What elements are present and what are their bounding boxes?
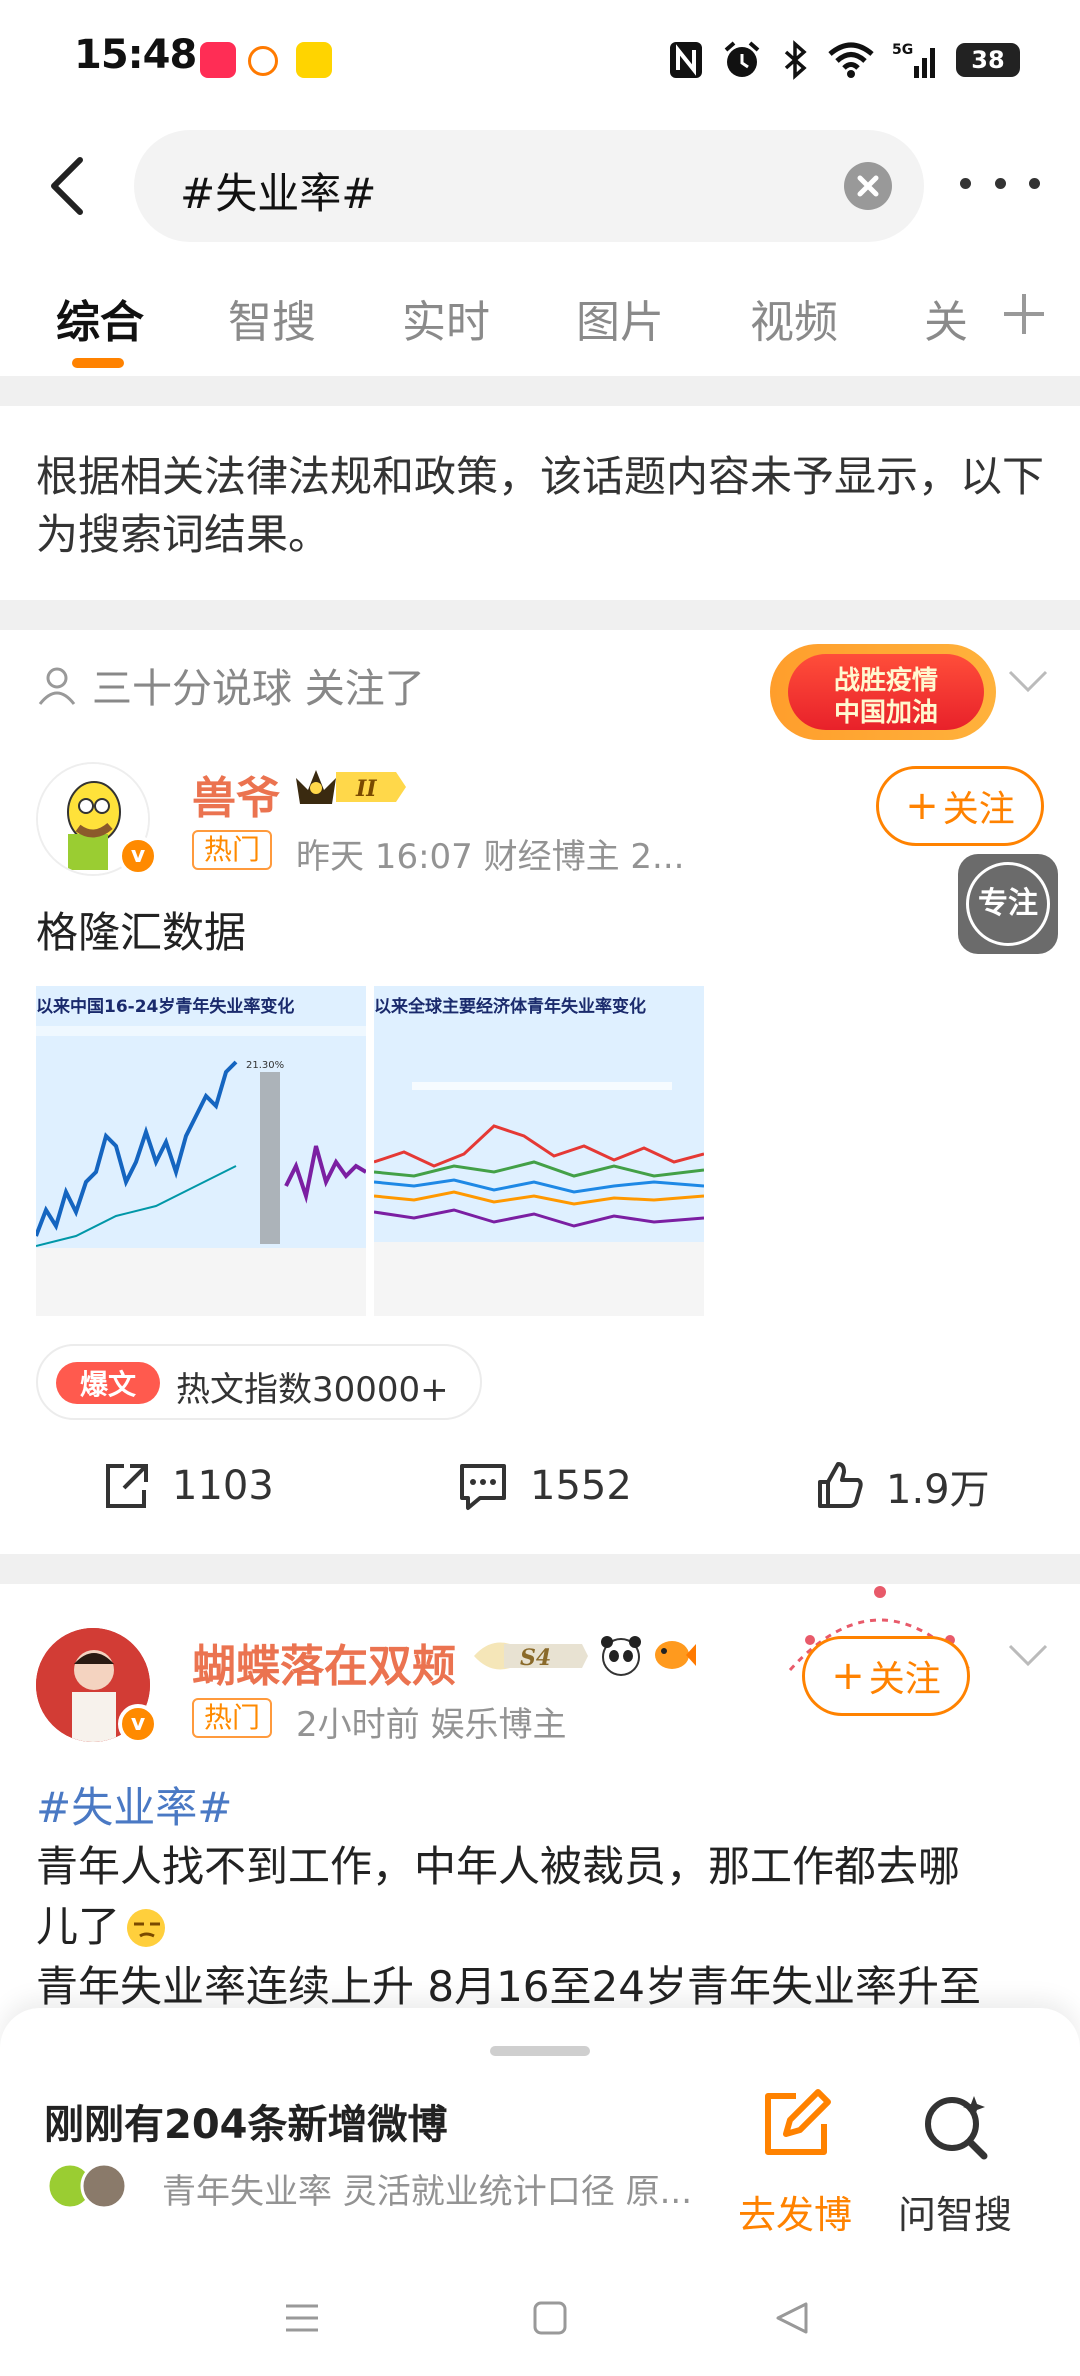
add-tab-button[interactable] [994, 284, 1054, 344]
post-body-line-1: 青年人找不到工作，中年人被裁员，那工作都去哪 [36, 1842, 961, 1891]
search-input[interactable]: #失业率# [134, 130, 924, 242]
post-meta: 2小时前 娱乐博主 [296, 1705, 567, 1745]
author-name[interactable]: 兽爷 [192, 762, 280, 826]
compose-icon [765, 2089, 831, 2155]
verified-badge: v [118, 1704, 158, 1744]
sheet-drag-handle[interactable] [490, 2046, 590, 2056]
member-level: S4 [520, 1645, 551, 1671]
ask-smart-search-button[interactable]: 问智搜 [890, 2086, 1020, 2237]
follow-button[interactable]: + 关注 [802, 1636, 970, 1716]
panda-icon [601, 1636, 641, 1676]
close-icon [857, 175, 879, 197]
more-options-button[interactable] [960, 160, 1040, 206]
repost-icon [106, 1464, 148, 1508]
signal-icon: 5G [892, 42, 935, 78]
app-notification-icon [248, 46, 278, 76]
back-arrow-icon [51, 157, 83, 215]
tmall-street-icon [296, 42, 332, 78]
new-posts-preview: 青年失业率 灵活就业统计口径 原... [162, 2172, 693, 2212]
menu-nav-icon[interactable] [282, 2298, 322, 2338]
fish-icon [655, 1641, 696, 1669]
thumbs-up-icon [818, 1462, 863, 1508]
chevron-down-icon[interactable] [1006, 1642, 1050, 1670]
hot-index-tag[interactable]: 爆文 热文指数30000+ [36, 1344, 482, 1420]
comment-count: 1552 [530, 1463, 632, 1509]
follow-info: 三十分说球 关注了 [36, 656, 425, 714]
chevron-down-icon[interactable] [1006, 668, 1050, 696]
tab-realtime[interactable]: 实时 [402, 286, 490, 350]
compose-post-button[interactable]: 去发博 [730, 2086, 860, 2237]
focus-mode-label: 专注 [966, 862, 1050, 946]
member-crown-icon: II [296, 770, 406, 804]
image-1-chart: 21.30% [36, 1026, 366, 1316]
ask-smart-search-label: 问智搜 [897, 2193, 1012, 2237]
back-button[interactable] [36, 150, 96, 222]
tab-comprehensive[interactable]: 综合 [56, 286, 144, 350]
post-image-2[interactable]: 以来全球主要经济体青年失业率变化 [374, 986, 704, 1316]
status-bar: 15:48 5G 38 [0, 0, 1080, 120]
comment-button[interactable]: 1552 [456, 1456, 632, 1516]
bluetooth-icon [784, 40, 807, 80]
alarm-icon [724, 41, 760, 77]
nfc-icon [670, 42, 702, 78]
topic-link[interactable]: #失业率# [36, 1774, 232, 1835]
hot-tag: 热门 [192, 1698, 273, 1738]
tab-active-indicator [72, 358, 124, 368]
battery-icon: 38 [956, 43, 1020, 77]
image-1-peak-label: 21.30% [246, 1060, 284, 1071]
content-hidden-notice: 根据相关法律法规和政策，该话题内容未予显示，以下为搜索词结果。 [36, 452, 1045, 559]
like-count: 1.9万 [886, 1467, 990, 1513]
image-2-chart [374, 1082, 704, 1316]
svg-text:5G: 5G [892, 42, 913, 58]
search-query: #失业率# [180, 169, 377, 218]
user-outline-icon [38, 667, 76, 705]
promo-badge: 战胜疫情 中国加油 [770, 644, 996, 740]
focus-mode-button[interactable]: 专注 [958, 854, 1058, 954]
comment-icon [460, 1464, 506, 1510]
follow-info-text: 三十分说球 关注了 [92, 666, 425, 712]
member-level: II [355, 776, 377, 802]
post-image-1[interactable]: 以来中国16-24岁青年失业率变化 21.30% [36, 986, 366, 1316]
recent-avatars [46, 2162, 128, 2210]
smart-search-icon [925, 2096, 988, 2160]
section-divider [0, 376, 1080, 406]
follow-label: 关注 [868, 1659, 941, 1700]
hot-tag: 热门 [192, 830, 273, 870]
promo-line-2: 中国加油 [833, 698, 938, 728]
emoji-icon [127, 1909, 165, 1947]
hot-index-text: 热文指数30000+ [176, 1370, 449, 1410]
new-posts-title: 刚刚有204条新增微博 [44, 2102, 448, 2148]
member-wing-badge-icon: S4 [474, 1642, 588, 1671]
like-button[interactable]: 1.9万 [814, 1456, 990, 1516]
status-time: 15:48 [74, 32, 197, 78]
app-notification-icon [200, 42, 236, 78]
system-nav-bar [0, 2270, 1080, 2376]
tab-images[interactable]: 图片 [576, 286, 664, 350]
post-body: 格隆汇数据 [36, 908, 247, 957]
plus-icon [1004, 294, 1044, 334]
verified-badge: v [118, 836, 158, 876]
post-body-line-2: 儿了 [36, 1902, 121, 1951]
follow-label: 关注 [942, 789, 1015, 830]
compose-post-label: 去发博 [737, 2193, 852, 2237]
back-nav-icon[interactable] [772, 2298, 812, 2338]
wifi-icon [828, 42, 874, 78]
hot-article-pill: 爆文 [56, 1362, 160, 1404]
repost-count: 1103 [172, 1463, 274, 1509]
post-meta: 昨天 16:07 财经博主 2... [296, 837, 685, 877]
author-name[interactable]: 蝴蝶落在双颊 [192, 1630, 456, 1694]
tab-smart-search[interactable]: 智搜 [228, 286, 316, 350]
section-divider [0, 600, 1080, 630]
follow-button[interactable]: + 关注 [876, 766, 1044, 846]
tab-videos[interactable]: 视频 [750, 286, 838, 350]
home-nav-icon[interactable] [530, 2298, 570, 2338]
clear-search-button[interactable] [844, 162, 892, 210]
repost-button[interactable]: 1103 [100, 1456, 274, 1516]
tab-follow[interactable]: 关 [924, 286, 968, 350]
